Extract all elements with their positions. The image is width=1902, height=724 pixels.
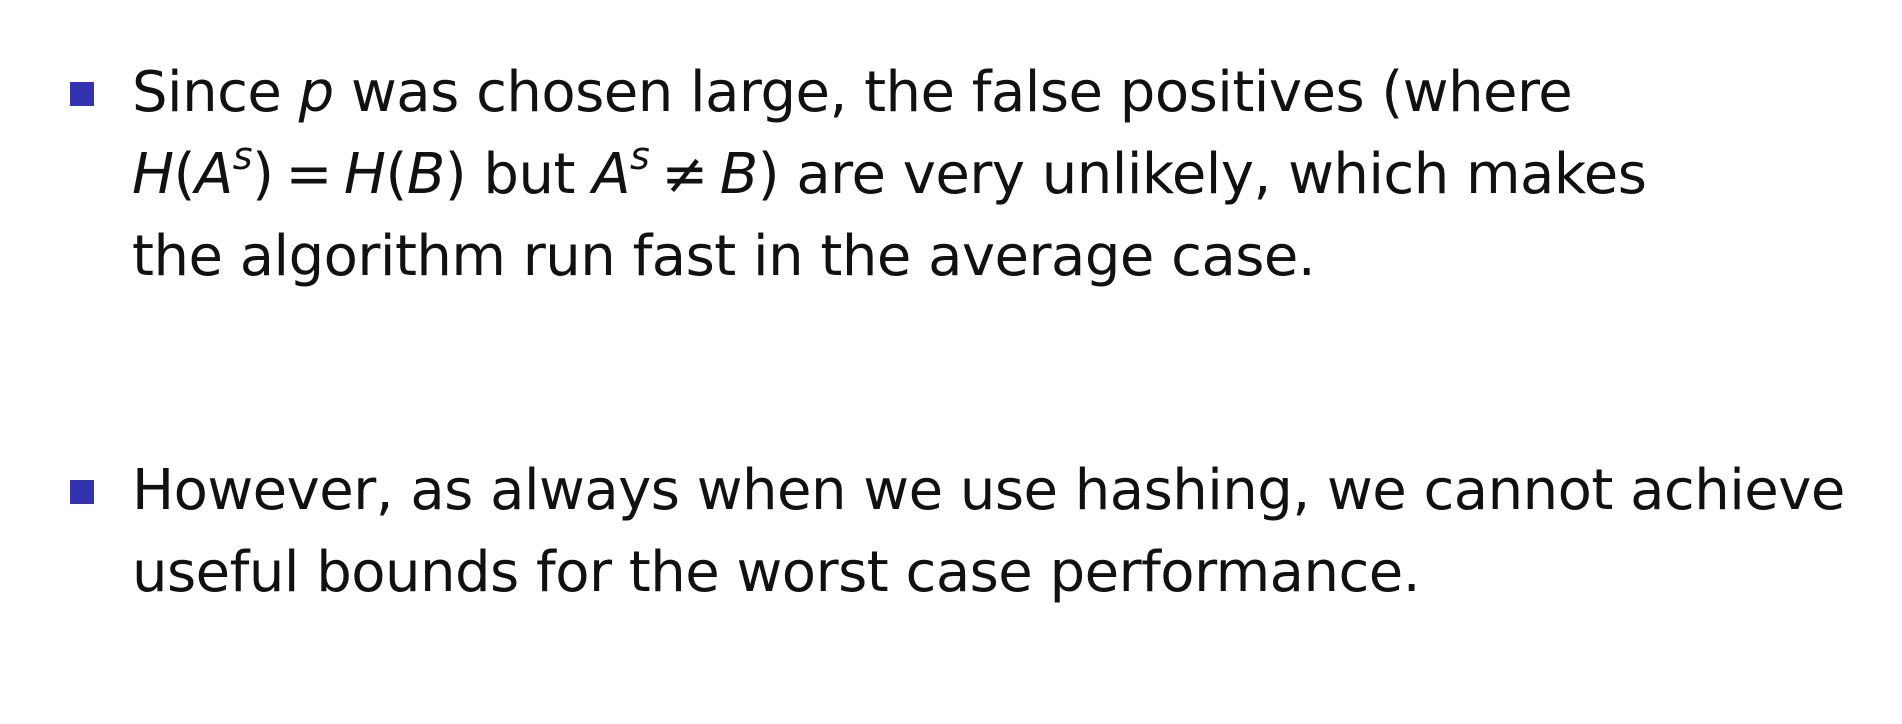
math-symbol: (: [385, 142, 407, 207]
bullet-line: However, as always when we use hashing, …: [132, 458, 1845, 523]
math-hash-equality: H(As) = H(B: [132, 137, 445, 207]
math-inequality: As ≠ B: [592, 137, 758, 207]
text-run: but: [466, 142, 593, 207]
math-symbol: ): [444, 142, 467, 207]
math-superscript: s: [232, 134, 253, 178]
square-bullet-icon: [70, 82, 94, 106]
math-symbol: (: [173, 142, 196, 207]
math-symbol: =: [285, 142, 332, 207]
math-symbol: H: [132, 142, 174, 207]
bullet-line: Since p was chosen large, the false posi…: [132, 52, 1872, 134]
math-symbol: ): [757, 142, 780, 207]
math-symbol: B: [406, 142, 445, 207]
bullet-text: However, as always when we use hashing, …: [132, 450, 1872, 614]
text-run: was chosen large, the false positives (w…: [333, 60, 1573, 125]
math-symbol: ): [252, 142, 274, 207]
bullet-text: Since p was chosen large, the false posi…: [132, 52, 1872, 298]
math-var-p: p: [298, 60, 335, 125]
math-symbol: A: [592, 142, 631, 207]
text-run: Since: [132, 60, 299, 125]
math-symbol: H: [343, 142, 386, 207]
math-superscript: s: [630, 134, 650, 178]
text-run: are very unlikely, which makes: [779, 142, 1647, 207]
slide: Since p was chosen large, the false posi…: [0, 0, 1902, 724]
bullet-line: the algorithm run fast in the average ca…: [132, 224, 1316, 289]
math-symbol: A: [194, 142, 233, 207]
math-symbol: ≠: [661, 142, 708, 207]
square-bullet-icon: [70, 480, 94, 504]
bullet-line: useful bounds for the worst case perform…: [132, 540, 1421, 605]
math-symbol: B: [719, 142, 758, 207]
bullet-line: H(As) = H(B) but As ≠ B) are very unlikely, …: [132, 134, 1872, 216]
